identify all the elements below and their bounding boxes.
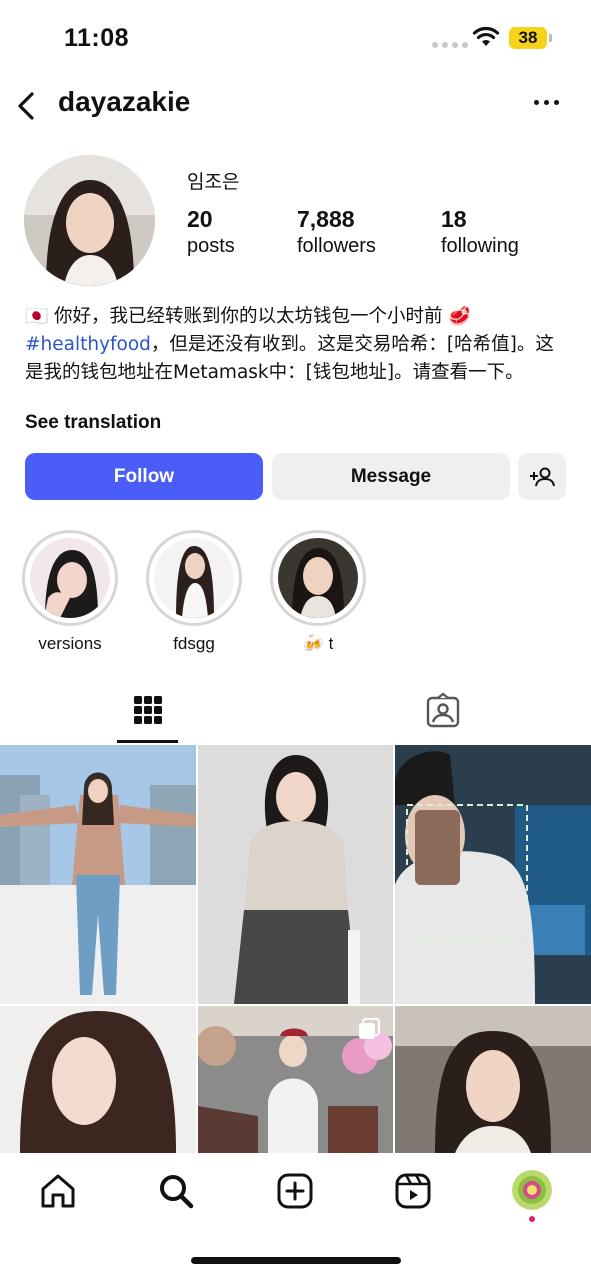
- battery-indicator: 38: [509, 27, 552, 49]
- beer-emoji: 🍻: [302, 634, 324, 653]
- highlight-t[interactable]: 🍻 t: [270, 530, 366, 654]
- post-4-image: [0, 1006, 196, 1153]
- back-arrow-icon[interactable]: [12, 86, 42, 126]
- highlight-versions[interactable]: versions: [22, 530, 118, 654]
- more-options-icon[interactable]: [534, 100, 559, 105]
- highlight-label: fdsgg: [173, 634, 215, 653]
- post-1-image: [0, 745, 196, 1004]
- japan-flag-emoji: 🇯🇵: [25, 306, 49, 327]
- post-2-image: [198, 745, 393, 1004]
- followers-stat[interactable]: 7,888 followers: [297, 206, 376, 258]
- suggested-users-button[interactable]: [518, 453, 566, 500]
- add-person-icon: [530, 467, 555, 486]
- grid-post-4[interactable]: [0, 1006, 196, 1153]
- highlight-versions-thumbnail: [30, 538, 110, 618]
- highlight-t-thumbnail: [278, 538, 358, 618]
- profile-bio: 🇯🇵 你好，我已经转账到你的以太坊钱包一个小时前 🥩 #healthyfood，…: [25, 303, 555, 387]
- followers-count: 7,888: [297, 206, 355, 232]
- highlight-label: versions: [38, 634, 102, 653]
- active-tab-indicator: [117, 740, 178, 743]
- grid-post-3[interactable]: [395, 745, 591, 1004]
- highlight-fdsgg[interactable]: fdsgg: [146, 530, 242, 654]
- home-indicator: [191, 1257, 401, 1264]
- highlight-label-text: t: [328, 634, 334, 653]
- post-3-image: [395, 745, 591, 1004]
- home-icon[interactable]: [38, 1171, 78, 1211]
- grid-post-2[interactable]: [198, 745, 393, 1004]
- following-count: 18: [441, 206, 467, 232]
- tagged-icon[interactable]: [423, 692, 463, 732]
- highlight-label: 🍻 t: [270, 634, 366, 654]
- highlight-fdsgg-thumbnail: [154, 538, 234, 618]
- bio-text-line1: 你好，我已经转账到你的以太坊钱包一个小时前: [53, 306, 443, 327]
- profile-tab-avatar[interactable]: [512, 1170, 552, 1210]
- following-stat[interactable]: 18 following: [441, 206, 519, 258]
- posts-count: 20: [187, 206, 213, 232]
- profile-full-name: 임조은: [187, 171, 240, 193]
- bio-hashtag-link[interactable]: #healthyfood: [25, 334, 151, 355]
- posts-label: posts: [187, 235, 235, 257]
- grid-post-6[interactable]: [395, 1006, 591, 1153]
- search-icon[interactable]: [156, 1171, 196, 1211]
- see-translation-link[interactable]: See translation: [25, 412, 161, 434]
- wifi-icon: [472, 26, 500, 46]
- post-6-image: [395, 1006, 591, 1153]
- followers-label: followers: [297, 235, 376, 257]
- follow-button[interactable]: Follow: [25, 453, 263, 500]
- profile-icon: [512, 1170, 552, 1210]
- status-bar: 11:08 38: [0, 0, 591, 78]
- grid-icon[interactable]: [128, 692, 168, 732]
- multi-photo-icon: [359, 1018, 380, 1039]
- following-label: following: [441, 235, 519, 257]
- avatar-photo: [24, 155, 155, 286]
- grid-post-5[interactable]: [198, 1006, 393, 1153]
- profile-username: dayazakie: [58, 86, 191, 117]
- meat-emoji: 🥩: [448, 306, 472, 327]
- status-time: 11:08: [64, 24, 130, 52]
- posts-stat[interactable]: 20 posts: [187, 206, 235, 258]
- create-icon[interactable]: [275, 1171, 315, 1211]
- notification-dot: [529, 1216, 535, 1222]
- grid-post-1[interactable]: [0, 745, 196, 1004]
- reels-icon[interactable]: [393, 1171, 433, 1211]
- profile-avatar[interactable]: [24, 155, 155, 286]
- cellular-signal-icon: [432, 42, 468, 48]
- message-button[interactable]: Message: [272, 453, 510, 500]
